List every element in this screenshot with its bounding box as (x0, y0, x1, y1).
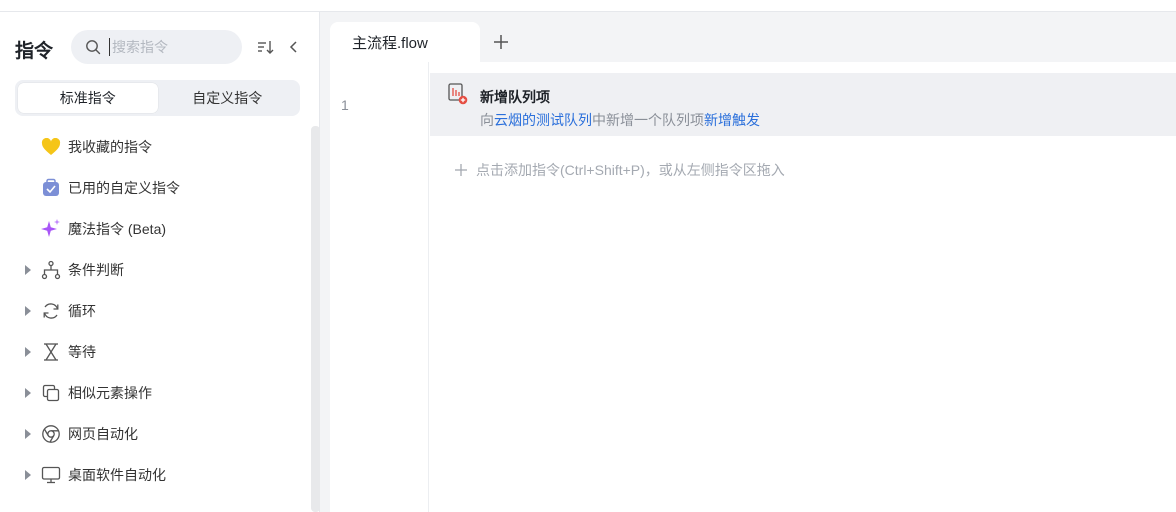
hourglass-icon (40, 341, 62, 363)
tree-item-magic[interactable]: 魔法指令 (Beta) (0, 208, 310, 249)
tree-item-condition[interactable]: 条件判断 (0, 249, 310, 290)
add-hint-text: 点击添加指令(Ctrl+Shift+P)，或从左侧指令区拖入 (476, 162, 785, 178)
queue-name-link[interactable]: 云烟的测试队列 (494, 112, 592, 128)
tree-item-label: 桌面软件自动化 (68, 466, 166, 483)
monitor-icon (40, 464, 62, 486)
command-tree: 我收藏的指令 已用的自定义指令 魔法指令 (Beta) 条件判断 循环 等待 相… (0, 126, 310, 495)
desc-prefix: 向 (480, 112, 494, 128)
sparkle-icon (40, 218, 62, 240)
flow-editor: 1 新增队列项 向云烟的测试队列中新增一个队列项新增触发 点击添加指令(Ctrl… (330, 62, 1176, 512)
tree-item-web-automation[interactable]: 网页自动化 (0, 413, 310, 454)
tree-item-label: 条件判断 (68, 261, 124, 278)
chrome-icon (40, 423, 62, 445)
search-box[interactable] (71, 30, 242, 64)
collapse-sidebar-icon[interactable] (285, 38, 303, 56)
step-description: 向云烟的测试队列中新增一个队列项新增触发 (480, 110, 760, 130)
top-bar (0, 0, 1176, 12)
caret-right-icon[interactable] (24, 428, 32, 439)
branch-icon (40, 259, 62, 281)
tree-item-favorites[interactable]: 我收藏的指令 (0, 126, 310, 167)
tree-item-label: 魔法指令 (Beta) (68, 220, 167, 237)
tab-standard-commands[interactable]: 标准指令 (18, 83, 158, 113)
tree-item-label: 相似元素操作 (68, 384, 152, 401)
tree-item-label: 我收藏的指令 (68, 138, 152, 155)
line-gutter: 1 (330, 62, 429, 512)
flow-step-add-queue-item[interactable]: 新增队列项 向云烟的测试队列中新增一个队列项新增触发 (430, 73, 1176, 136)
sidebar-header: 指令 (0, 12, 320, 80)
tree-item-label: 等待 (68, 343, 96, 360)
add-tab-icon[interactable] (491, 32, 511, 52)
line-number: 1 (341, 97, 349, 113)
tree-item-similar-elements[interactable]: 相似元素操作 (0, 372, 310, 413)
step-title: 新增队列项 (480, 89, 550, 105)
command-type-tabs: 标准指令 自定义指令 (15, 80, 300, 116)
loop-icon (40, 300, 62, 322)
sidebar-title: 指令 (15, 41, 54, 62)
trigger-name-link[interactable]: 新增触发 (704, 112, 760, 128)
tree-item-wait[interactable]: 等待 (0, 331, 310, 372)
copy-icon (40, 382, 62, 404)
caret-right-icon[interactable] (24, 346, 32, 357)
tree-item-label: 已用的自定义指令 (68, 179, 180, 196)
tree-item-label: 网页自动化 (68, 425, 138, 442)
sidebar-scrollbar[interactable] (311, 126, 320, 512)
tab-custom-commands[interactable]: 自定义指令 (158, 83, 298, 113)
queue-add-icon (448, 83, 468, 105)
tree-item-used-custom[interactable]: 已用的自定义指令 (0, 167, 310, 208)
caret-right-icon[interactable] (24, 469, 32, 480)
caret-right-icon[interactable] (24, 387, 32, 398)
add-command-hint[interactable]: 点击添加指令(Ctrl+Shift+P)，或从左侧指令区拖入 (454, 160, 785, 180)
main-editor-area: 主流程.flow 1 新增队列项 向云烟的测试队列中新增一个队列项新增触发 点击… (320, 12, 1176, 512)
tree-item-desktop-automation[interactable]: 桌面软件自动化 (0, 454, 310, 495)
tree-item-label: 循环 (68, 302, 96, 319)
tab-main-flow[interactable]: 主流程.flow (330, 22, 480, 62)
bag-icon (40, 177, 62, 199)
caret-right-icon[interactable] (24, 264, 32, 275)
plus-icon (455, 164, 467, 176)
desc-middle: 中新增一个队列项 (592, 112, 704, 128)
search-icon (86, 40, 101, 55)
tree-item-loop[interactable]: 循环 (0, 290, 310, 331)
heart-icon (40, 136, 62, 158)
caret-right-icon[interactable] (24, 305, 32, 316)
command-sidebar: 指令 标准指令 自定义指令 (0, 12, 320, 512)
sort-icon[interactable] (257, 38, 275, 56)
search-input[interactable] (109, 38, 229, 56)
